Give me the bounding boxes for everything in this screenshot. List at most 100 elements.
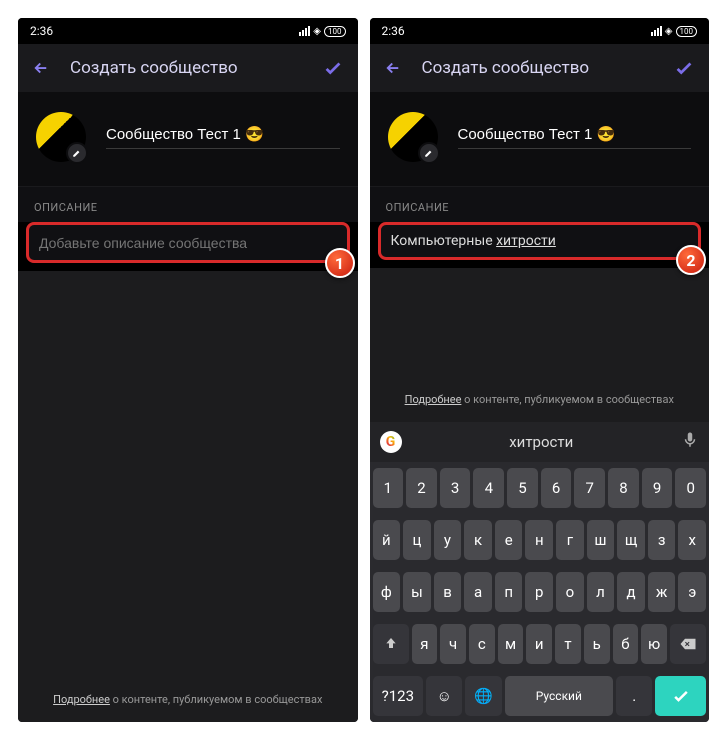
key-б[interactable]: б (613, 624, 639, 664)
key-в[interactable]: в (434, 572, 462, 612)
signal-icon (299, 26, 310, 36)
battery-icon: 100 (676, 26, 698, 37)
step-badge-1: 1 (325, 248, 355, 278)
key-row-bottom: ?123 ☺ 🌐 Русский . (370, 670, 710, 722)
key-shift[interactable] (373, 624, 409, 664)
key-е[interactable]: е (495, 520, 523, 560)
description-input[interactable]: Компьютерные хитрости (391, 233, 689, 249)
key-с[interactable]: с (469, 624, 495, 664)
key-globe[interactable]: 🌐 (465, 676, 501, 716)
wifi-icon: ◈ (313, 26, 321, 37)
key-р[interactable]: р (525, 572, 553, 612)
community-name-input[interactable] (458, 125, 692, 149)
phone-left: 2:36 ◈ 100 Создать сообщество ОПИСАНИЕ 1… (18, 18, 358, 722)
key-period[interactable]: . (616, 676, 652, 716)
key-3[interactable]: 3 (440, 468, 471, 508)
key-emoji[interactable]: ☺ (426, 676, 462, 716)
battery-icon: 100 (324, 26, 346, 37)
key-ф[interactable]: ф (373, 572, 401, 612)
back-icon[interactable] (384, 59, 402, 77)
community-name-input[interactable] (106, 125, 340, 149)
phone-right: 2:36 ◈ 100 Создать сообщество ОПИСАНИЕ К… (370, 18, 710, 722)
key-д[interactable]: д (617, 572, 645, 612)
key-л[interactable]: л (587, 572, 615, 612)
description-label: ОПИСАНИЕ (370, 187, 710, 222)
back-icon[interactable] (32, 59, 50, 77)
google-icon[interactable]: G (380, 431, 402, 453)
key-row-3: фывапролджэ (370, 566, 710, 618)
description-input[interactable] (39, 235, 337, 251)
key-row-1: 1234567890 (370, 462, 710, 514)
description-field-highlight: 1 (26, 222, 350, 263)
keyboard: G хитрости 1234567890 йцукенгшщзх фывапр… (370, 422, 710, 722)
key-7[interactable]: 7 (574, 468, 605, 508)
community-name-row (370, 92, 710, 187)
key-ш[interactable]: ш (587, 520, 615, 560)
key-з[interactable]: з (648, 520, 676, 560)
key-х[interactable]: х (678, 520, 706, 560)
key-к[interactable]: к (464, 520, 492, 560)
key-ж[interactable]: ж (648, 572, 676, 612)
key-6[interactable]: 6 (541, 468, 572, 508)
key-у[interactable]: у (434, 520, 462, 560)
footnote-text: о контенте, публикуемом в сообществах (461, 393, 673, 406)
key-send[interactable] (655, 676, 706, 716)
key-2[interactable]: 2 (406, 468, 437, 508)
mic-icon[interactable] (681, 431, 699, 453)
key-о[interactable]: о (556, 572, 584, 612)
suggestion-bar: G хитрости (370, 422, 710, 462)
key-н[interactable]: н (525, 520, 553, 560)
avatar[interactable] (388, 112, 438, 162)
key-ц[interactable]: ц (403, 520, 431, 560)
key-г[interactable]: г (556, 520, 584, 560)
key-я[interactable]: я (412, 624, 438, 664)
key-и[interactable]: и (526, 624, 552, 664)
description-label: ОПИСАНИЕ (18, 187, 358, 222)
signal-icon (651, 26, 662, 36)
key-numbers[interactable]: ?123 (373, 676, 424, 716)
key-row-2: йцукенгшщзх (370, 514, 710, 566)
key-8[interactable]: 8 (608, 468, 639, 508)
key-щ[interactable]: щ (617, 520, 645, 560)
key-backspace[interactable] (670, 624, 706, 664)
key-й[interactable]: й (373, 520, 401, 560)
confirm-icon[interactable] (673, 57, 695, 79)
status-time: 2:36 (30, 24, 53, 38)
footnote: Подробнее о контенте, публикуемом в сооб… (18, 685, 358, 722)
key-4[interactable]: 4 (473, 468, 504, 508)
key-5[interactable]: 5 (507, 468, 538, 508)
key-т[interactable]: т (555, 624, 581, 664)
header-title: Создать сообщество (422, 58, 654, 78)
avatar[interactable] (36, 112, 86, 162)
footnote: Подробнее о контенте, публикуемом в сооб… (370, 385, 710, 422)
status-time: 2:36 (382, 24, 405, 38)
community-name-row (18, 92, 358, 187)
key-1[interactable]: 1 (373, 468, 404, 508)
key-м[interactable]: м (498, 624, 524, 664)
status-bar: 2:36 ◈ 100 (18, 18, 358, 44)
key-э[interactable]: э (678, 572, 706, 612)
status-icons: ◈ 100 (651, 26, 697, 37)
empty-content (18, 271, 358, 685)
wifi-icon: ◈ (665, 26, 673, 37)
app-header: Создать сообщество (18, 44, 358, 92)
step-badge-2: 2 (676, 245, 706, 275)
footnote-link[interactable]: Подробнее (53, 693, 110, 706)
confirm-icon[interactable] (322, 57, 344, 79)
key-9[interactable]: 9 (642, 468, 673, 508)
key-ь[interactable]: ь (584, 624, 610, 664)
key-ы[interactable]: ы (403, 572, 431, 612)
key-п[interactable]: п (495, 572, 523, 612)
footnote-link[interactable]: Подробнее (405, 393, 462, 406)
suggestion-word[interactable]: хитрости (412, 433, 672, 451)
key-0[interactable]: 0 (675, 468, 706, 508)
description-field-highlight: Компьютерные хитрости 2 (378, 222, 702, 260)
key-ю[interactable]: ю (641, 624, 667, 664)
empty-content (370, 268, 710, 385)
header-title: Создать сообщество (70, 58, 302, 78)
key-ч[interactable]: ч (440, 624, 466, 664)
key-space[interactable]: Русский (505, 676, 614, 716)
status-bar: 2:36 ◈ 100 (370, 18, 710, 44)
key-а[interactable]: а (464, 572, 492, 612)
footnote-text: о контенте, публикуемом в сообществах (110, 693, 322, 706)
